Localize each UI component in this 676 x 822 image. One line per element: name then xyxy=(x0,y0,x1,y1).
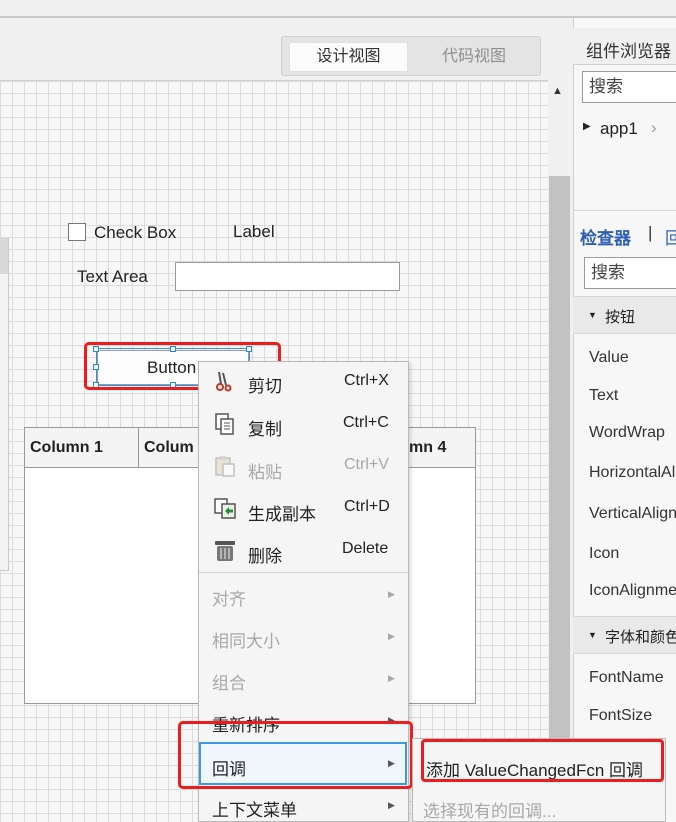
shortcut-copy: Ctrl+C xyxy=(343,414,389,431)
menu-item-copy[interactable]: 复制 xyxy=(248,415,282,440)
checkbox-box[interactable] xyxy=(68,223,86,241)
component-search-input[interactable]: 搜索 xyxy=(582,71,676,103)
tree-expand-icon[interactable]: ▶ xyxy=(583,121,591,132)
scissors-icon xyxy=(213,369,237,393)
panel-component[interactable] xyxy=(0,238,9,571)
property-label: WordWrap xyxy=(589,424,665,441)
property-label: Icon xyxy=(589,545,620,562)
panel-divider[interactable] xyxy=(573,210,676,211)
table-column-header[interactable]: Colum xyxy=(139,428,199,467)
label-component[interactable]: Label xyxy=(233,222,275,242)
trash-icon xyxy=(213,538,237,562)
scroll-up-arrow-icon[interactable]: ▲ xyxy=(552,85,563,97)
caret-down-icon: ▼ xyxy=(588,630,597,640)
menu-item-select-existing-callback: 选择现有的回调... xyxy=(423,802,557,821)
property-label: Value xyxy=(589,349,629,366)
annotation-highlight-submenu xyxy=(421,739,664,782)
menu-item-duplicate[interactable]: 生成副本 xyxy=(248,500,316,525)
shortcut-delete: Delete xyxy=(342,540,389,557)
menu-item-align: 对齐 xyxy=(212,590,246,609)
table-column-header[interactable]: Column 1 xyxy=(25,428,139,467)
tab-separator: | xyxy=(648,223,653,242)
property-label: Text xyxy=(589,387,619,404)
table-column-header[interactable]: mn 4 xyxy=(403,428,475,467)
tree-node-app1[interactable]: app1 xyxy=(600,119,638,139)
shortcut-duplicate: Ctrl+D xyxy=(344,498,390,515)
menu-item-context-menu[interactable]: 上下文菜单 xyxy=(212,796,297,821)
copy-icon xyxy=(213,412,237,436)
property-label: VerticalAlign xyxy=(589,505,676,522)
canvas-scrollbar-thumb[interactable] xyxy=(549,176,570,756)
top-bar xyxy=(0,0,676,18)
panel-component-title xyxy=(0,238,8,274)
menu-item-paste: 粘贴 xyxy=(248,463,282,482)
textarea-label[interactable]: Text Area xyxy=(77,267,148,287)
shortcut-cut: Ctrl+X xyxy=(344,372,389,389)
shortcut-paste: Ctrl+V xyxy=(344,456,389,473)
caret-down-icon: ▼ xyxy=(588,310,597,320)
menu-item-cut[interactable]: 剪切 xyxy=(248,372,282,397)
submenu-arrow-icon: ▶ xyxy=(388,673,395,683)
section-button-title: 按钮 xyxy=(605,309,636,326)
property-label: HorizontalAl xyxy=(589,464,676,481)
code-view-tab[interactable]: 代码视图 xyxy=(413,42,535,72)
submenu-arrow-icon: ▶ xyxy=(388,589,395,599)
duplicate-icon xyxy=(213,496,237,520)
checkbox-label[interactable]: Check Box xyxy=(94,223,176,243)
submenu-arrow-icon: ▶ xyxy=(388,631,395,641)
property-label: FontName xyxy=(589,669,664,686)
submenu-arrow-icon: ▶ xyxy=(388,800,395,810)
menu-separator xyxy=(199,572,408,573)
inspector-search-input[interactable]: 搜索 xyxy=(584,257,676,289)
paste-icon xyxy=(213,454,237,478)
property-label: FontSize xyxy=(589,707,653,724)
annotation-highlight-callback xyxy=(178,721,413,789)
tab-callbacks[interactable]: 回 xyxy=(665,224,676,249)
textarea-field[interactable] xyxy=(175,262,400,291)
chevron-right-icon: › xyxy=(651,118,657,137)
menu-item-same-size: 相同大小 xyxy=(212,632,280,651)
section-font-title: 字体和颜色 xyxy=(605,629,676,646)
menu-item-delete[interactable]: 删除 xyxy=(248,542,282,567)
component-browser-title: 组件浏览器 xyxy=(586,42,671,61)
design-view-tab[interactable]: 设计视图 xyxy=(289,42,408,72)
menu-item-group: 组合 xyxy=(212,674,246,693)
tab-inspector[interactable]: 检查器 xyxy=(580,224,631,249)
property-label: IconAlignme xyxy=(589,582,676,599)
